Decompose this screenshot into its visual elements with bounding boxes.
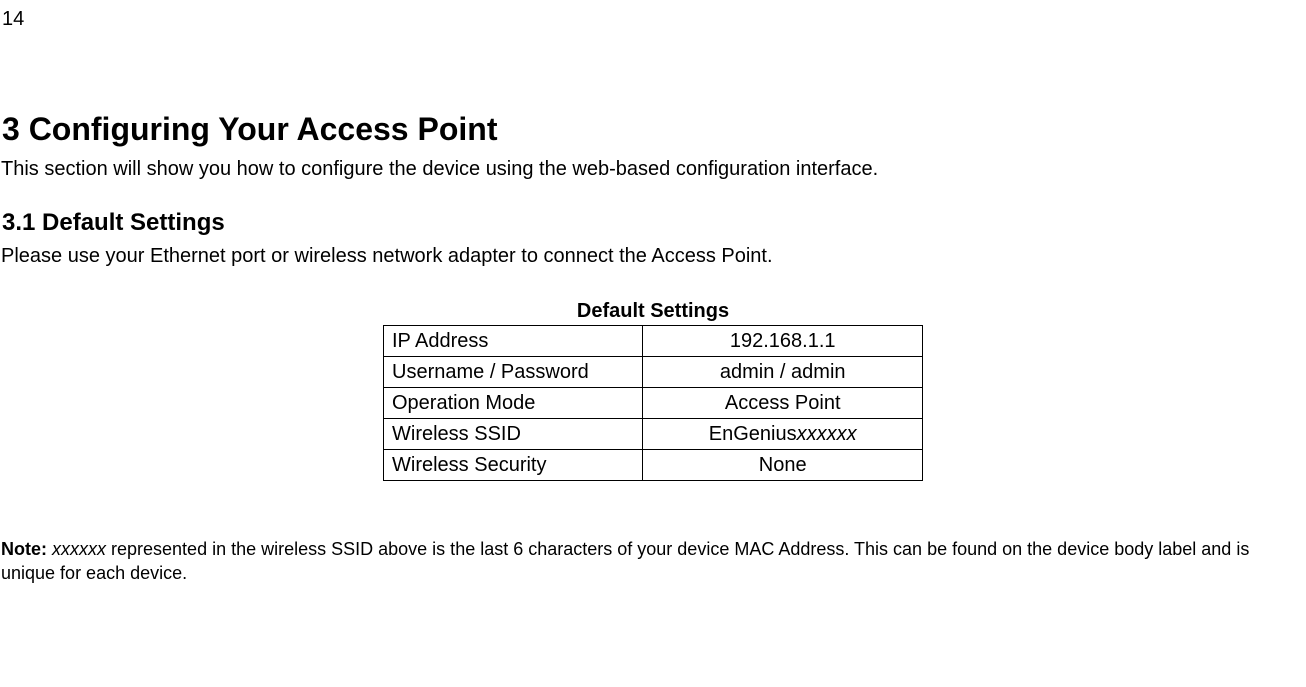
table-value: admin / admin: [643, 357, 923, 388]
default-settings-table-container: Default Settings IP Address 192.168.1.1 …: [0, 300, 1306, 481]
note-variable: xxxxxx: [52, 539, 106, 559]
subsection-heading: 3.1 Default Settings: [2, 209, 1306, 237]
note-label: Note:: [1, 539, 47, 559]
table-label: Username / Password: [384, 357, 643, 388]
table-value: 192.168.1.1: [643, 326, 923, 357]
ssid-suffix: xxxxxx: [797, 423, 857, 445]
note-text: represented in the wireless SSID above i…: [1, 539, 1249, 583]
note-paragraph: Note: xxxxxx represented in the wireless…: [1, 537, 1306, 586]
table-row: IP Address 192.168.1.1: [384, 326, 923, 357]
table-label: IP Address: [384, 326, 643, 357]
table-row: Wireless Security None: [384, 450, 923, 481]
default-settings-table: IP Address 192.168.1.1 Username / Passwo…: [383, 325, 923, 481]
table-row: Operation Mode Access Point: [384, 388, 923, 419]
table-row: Wireless SSID EnGeniusxxxxxx: [384, 419, 923, 450]
table-value: None: [643, 450, 923, 481]
table-value-ssid: EnGeniusxxxxxx: [643, 419, 923, 450]
table-label: Operation Mode: [384, 388, 643, 419]
table-title: Default Settings: [577, 300, 729, 323]
section-heading: 3 Configuring Your Access Point: [2, 111, 1306, 148]
table-value: Access Point: [643, 388, 923, 419]
table-label: Wireless SSID: [384, 419, 643, 450]
page-number: 14: [2, 8, 1306, 31]
table-label: Wireless Security: [384, 450, 643, 481]
intro-paragraph: This section will show you how to config…: [1, 158, 1306, 181]
table-row: Username / Password admin / admin: [384, 357, 923, 388]
ssid-prefix: EnGenius: [709, 423, 797, 445]
subsection-paragraph: Please use your Ethernet port or wireles…: [1, 245, 1306, 268]
